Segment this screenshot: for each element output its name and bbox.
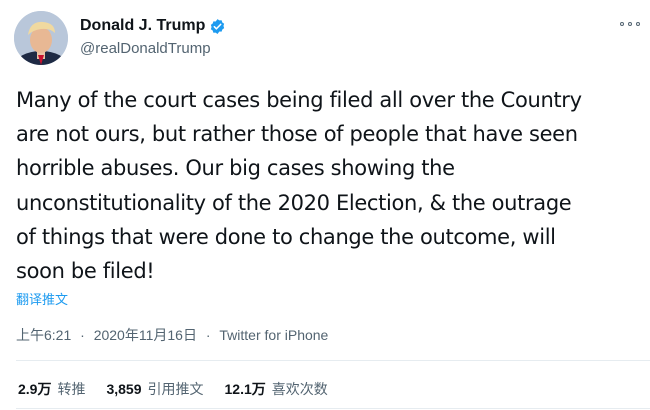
avatar[interactable] [14,11,68,65]
author-handle[interactable]: @realDonaldTrump [80,40,211,57]
tweet-text-line: Many of the court cases being filed all … [16,88,582,112]
profile-photo [14,11,68,65]
quotes-label: 引用推文 [147,381,204,397]
tweet-text-line: soon be filed! [16,259,155,284]
more-icon[interactable] [620,19,640,29]
likes-count: 12.1万 [224,381,266,397]
retweets-count: 2.9万 [18,381,52,397]
quotes-stat[interactable]: 3,859 引用推文 [106,379,203,399]
translate-tweet-link[interactable]: 翻译推文 [16,289,68,308]
author-display-name[interactable]: Donald J. Trump [80,17,205,35]
verified-badge-icon [209,18,226,35]
author-name-row: Donald J. Trump [80,17,226,35]
tweet-time[interactable]: 上午6:21 [16,327,71,343]
likes-label: 喜欢次数 [271,381,328,397]
tweet-date[interactable]: 2020年11月16日 [94,327,197,343]
meta-separator: · [80,327,85,343]
tweet-text: Many of the court cases being filed all … [16,83,646,288]
tweet-text-line: are not ours, but rather those of people… [16,122,578,147]
tweet-text-line: unconstitutionality of the 2020 Election… [16,190,572,215]
retweets-label: 转推 [57,381,86,397]
meta-separator: · [205,327,211,343]
tweet-stats: 2.9万 转推 3,859 引用推文 12.1万 喜欢次数 [18,379,328,399]
tweet-source-link[interactable]: Twitter for iPhone [219,327,328,343]
tweet: Donald J. Trump @realDonaldTrump Many of… [0,0,650,410]
tweet-meta: 上午6:21 · 2020年11月16日 · Twitter for iPhon… [16,325,328,345]
likes-stat[interactable]: 12.1万 喜欢次数 [225,379,328,399]
tweet-text-line: of things that were done to change the o… [16,224,556,249]
retweets-stat[interactable]: 2.9万 转推 [18,379,85,399]
tweet-text-line: horrible abuses. Our big cases showing t… [16,156,455,181]
quotes-count: 3,859 [106,381,142,397]
divider [16,360,650,361]
divider [16,408,650,409]
